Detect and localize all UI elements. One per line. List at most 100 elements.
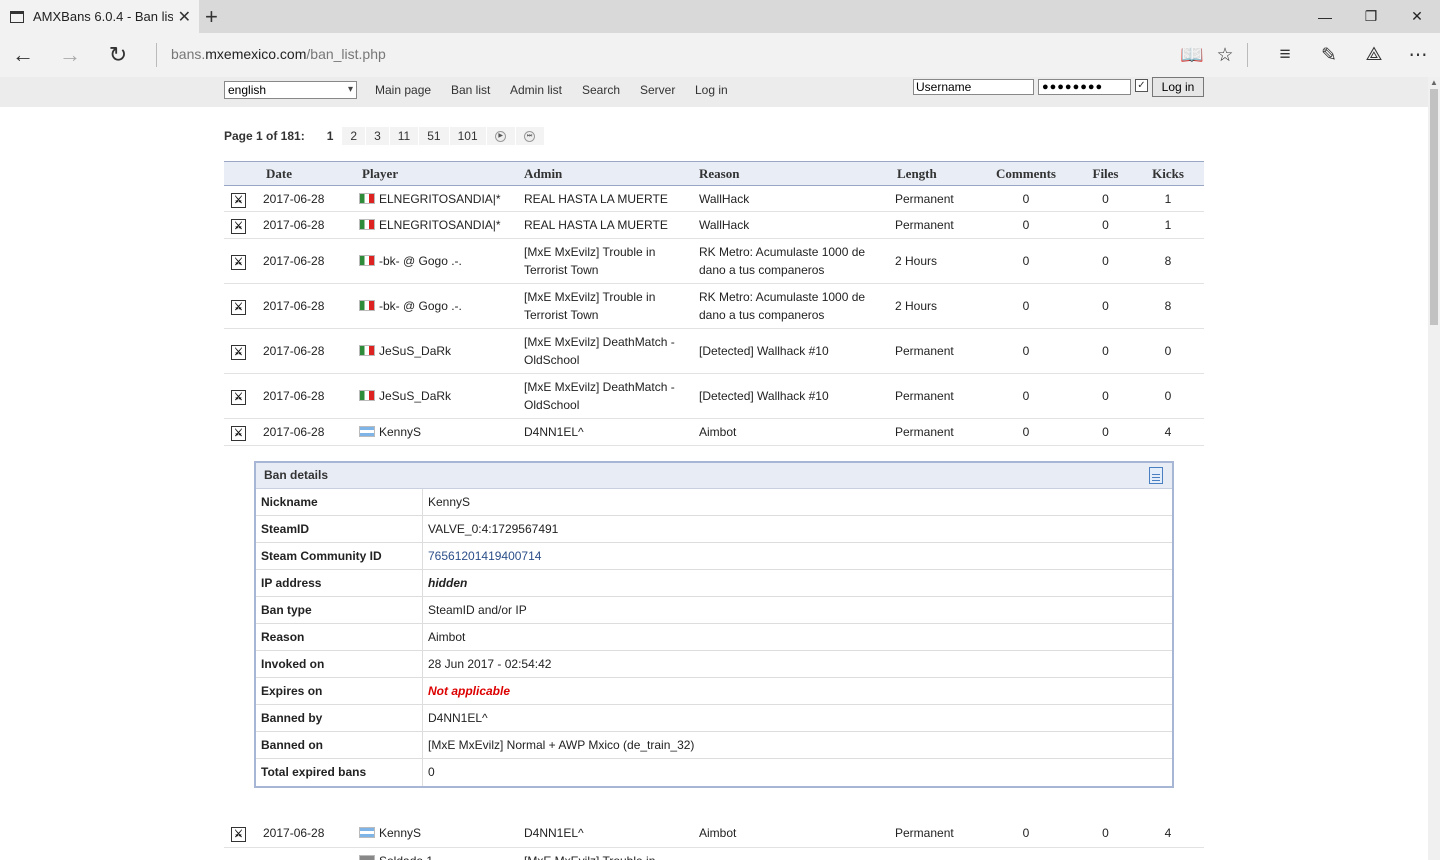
detail-row: Invoked on 28 Jun 2017 - 02:54:42 (256, 651, 1172, 678)
column-header: Kicks (1132, 161, 1204, 186)
admin-cell-text: D4NN1EL^ (524, 425, 584, 439)
country-flag-icon (359, 345, 375, 356)
username-input[interactable]: Username (913, 79, 1034, 95)
scrollbar-thumb[interactable] (1430, 89, 1438, 325)
detail-value: 0 (428, 765, 435, 779)
files-cell-text: 0 (1102, 389, 1109, 403)
reading-view-icon[interactable]: 📖 (1178, 42, 1206, 68)
browser-tab[interactable]: AMXBans 6.0.4 - Ban list ✕ (0, 0, 199, 33)
language-select[interactable]: english ▾ (224, 81, 357, 99)
column-header: Reason (694, 161, 892, 186)
nav-server[interactable]: Server (640, 83, 675, 97)
restore-icon[interactable]: ❐ (1348, 0, 1394, 33)
kicks-cell-text: 4 (1164, 425, 1172, 439)
reason-cell-text: Aimbot (699, 826, 737, 841)
table-row[interactable]: ⚔ 2017-06-28 KennyS D4NN1EL^ Aimbot Permanent… (224, 820, 1204, 848)
country-flag-icon (359, 255, 375, 266)
login-button[interactable]: Log in (1152, 77, 1204, 97)
web-note-icon[interactable]: ✎ (1315, 42, 1343, 68)
url-field[interactable]: bans.mxemexico.com/ban_list.php (171, 46, 386, 62)
minimize-icon[interactable]: — (1302, 0, 1348, 33)
back-icon[interactable]: ← (8, 41, 38, 69)
site-navbar: english ▾ Main page Ban list Admin list S… (0, 77, 1428, 107)
table-row[interactable]: ⚔ 2017-06-28 KennyS D4NN1EL^ Aimbot Permanent… (224, 418, 1204, 446)
favorite-star-icon[interactable]: ☆ (1211, 42, 1239, 68)
share-icon[interactable]: ⟁ (1360, 42, 1388, 68)
nav-ban-list[interactable]: Ban list (451, 83, 490, 97)
length-cell-text: Permanent (895, 389, 954, 403)
table-row[interactable]: ⚔ 2017-06-28 ELNEGRITOSANDIA|* REAL HASTA L… (224, 211, 1204, 239)
cstrike-mod-icon: ⚔ (231, 345, 246, 360)
comments-cell-text: 0 (1022, 254, 1030, 268)
files-cell-text: 0 (1102, 254, 1109, 268)
table-row[interactable]: Soldado 1 [MxE MxEvilz] Trouble in (224, 847, 1204, 860)
player-cell-text[interactable]: JeSuS_DaRk (379, 389, 451, 403)
player-cell-text[interactable]: KennyS (379, 425, 421, 439)
date-cell: 2017-06-28 (259, 418, 355, 446)
new-tab-icon[interactable]: + (205, 4, 218, 30)
divider (1247, 43, 1248, 67)
more-icon[interactable]: ⋯ (1404, 42, 1432, 68)
player-cell-text[interactable]: JeSuS_DaRk (379, 344, 451, 358)
date-cell-text: 2017-06-28 (263, 344, 325, 358)
kicks-cell: 0 (1132, 373, 1204, 419)
nav-log-in[interactable]: Log in (695, 83, 728, 97)
country-flag-icon (359, 854, 375, 860)
player-cell-text[interactable]: ELNEGRITOSANDIA|* (379, 218, 501, 232)
player-cell-text[interactable]: ELNEGRITOSANDIA|* (379, 192, 501, 206)
refresh-icon[interactable]: ↻ (103, 41, 133, 69)
nav-search[interactable]: Search (582, 83, 620, 97)
page-link[interactable]: 101 (449, 127, 486, 145)
mod-cell: ⚔ (224, 418, 259, 446)
page-link[interactable]: 2 (342, 127, 366, 145)
comments-cell: 0 (973, 328, 1079, 374)
player-cell-text[interactable]: KennyS (379, 826, 421, 840)
column-header: Files (1079, 161, 1132, 186)
forward-icon[interactable]: → (55, 41, 85, 69)
page-scrollbar[interactable]: ▲ (1428, 77, 1440, 860)
country-flag-icon (359, 827, 375, 839)
close-tab-icon[interactable]: ✕ (178, 7, 191, 27)
password-input[interactable]: ●●●●●●●● (1038, 79, 1131, 95)
page-link[interactable]: 51 (419, 127, 449, 145)
reason-cell: WallHack (694, 211, 892, 239)
files-cell-text: 0 (1102, 344, 1109, 358)
detail-row: Reason Aimbot (256, 624, 1172, 651)
nav-admin-list[interactable]: Admin list (510, 83, 562, 97)
table-row[interactable]: ⚔ 2017-06-28 JeSuS_DaRk [MxE MxEvilz] Death… (224, 328, 1204, 374)
next-page-button[interactable]: ▶ (486, 127, 515, 145)
detail-row: Total expired bans 0 (256, 759, 1172, 786)
detail-value: [MxE MxEvilz] Normal + AWP Mxico (de_tra… (428, 738, 695, 752)
document-icon[interactable] (1149, 467, 1163, 484)
comments-cell: 0 (973, 185, 1079, 212)
player-cell-text[interactable]: -bk- @ Gogo .-. (379, 299, 462, 313)
close-window-icon[interactable]: ✕ (1394, 0, 1440, 33)
last-page-button[interactable]: ⏭ (515, 127, 544, 145)
files-cell: 0 (1079, 211, 1132, 239)
cstrike-mod-icon: ⚔ (231, 300, 246, 315)
date-cell: 2017-06-28 (259, 820, 355, 848)
table-row[interactable]: ⚔ 2017-06-28 ELNEGRITOSANDIA|* REAL HASTA L… (224, 185, 1204, 212)
player-cell: JeSuS_DaRk (355, 373, 521, 419)
page-link[interactable]: 3 (366, 127, 389, 145)
comments-cell: 0 (973, 820, 1079, 848)
kicks-cell-text: 1 (1164, 218, 1172, 232)
detail-row: Nickname KennyS (256, 489, 1172, 516)
page-link[interactable]: 11 (389, 127, 419, 145)
player-cell-text[interactable]: Soldado 1 (379, 854, 433, 860)
country-flag-icon (359, 426, 375, 437)
scroll-up-icon[interactable]: ▲ (1430, 78, 1438, 87)
table-row[interactable]: ⚔ 2017-06-28 JeSuS_DaRk [MxE MxEvilz] Death… (224, 373, 1204, 419)
remember-checkbox[interactable]: ✓ (1135, 79, 1148, 92)
web-page: english ▾ Main page Ban list Admin list S… (0, 77, 1428, 860)
table-row[interactable]: ⚔ 2017-06-28 -bk- @ Gogo .-. [MxE MxEvilz] … (224, 283, 1204, 329)
detail-key: SteamID (256, 516, 423, 542)
player-cell-text[interactable]: -bk- @ Gogo .-. (379, 254, 462, 268)
hub-icon[interactable]: ≡ (1271, 42, 1299, 68)
date-cell-text: 2017-06-28 (263, 826, 325, 841)
detail-value: hidden (428, 576, 468, 590)
reason-cell: RK Metro: Acumulaste 1000 de dano a tus … (694, 238, 892, 284)
nav-main-page[interactable]: Main page (375, 83, 431, 97)
detail-value[interactable]: 76561201419400714 (423, 543, 541, 569)
table-row[interactable]: ⚔ 2017-06-28 -bk- @ Gogo .-. [MxE MxEvilz] … (224, 238, 1204, 284)
